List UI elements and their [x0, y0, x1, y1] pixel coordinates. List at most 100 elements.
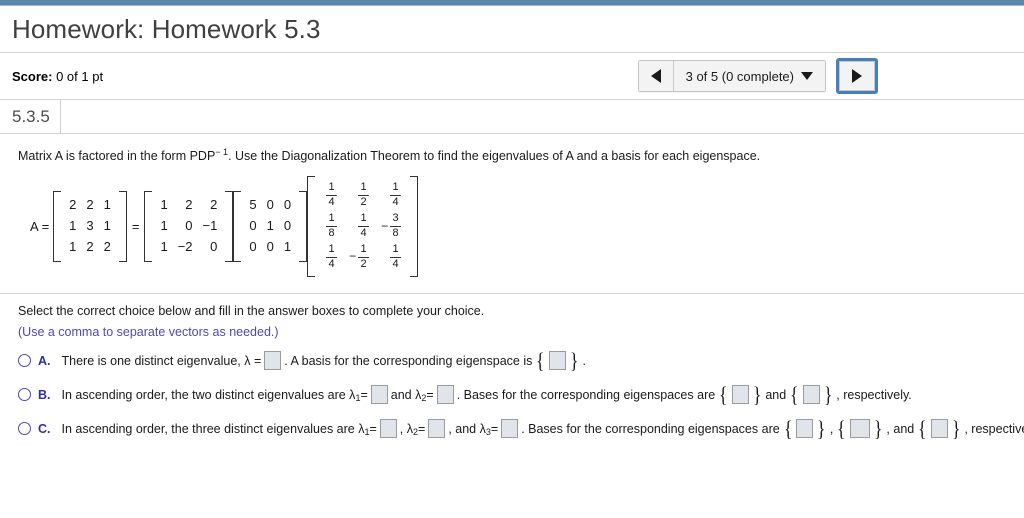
answer-box-lambda2[interactable]	[436, 385, 454, 405]
numerator: 1	[392, 242, 399, 255]
fraction-sign: −	[349, 249, 357, 264]
matrix-cell: 0	[283, 197, 292, 213]
matrix-cell: 1	[103, 218, 111, 234]
answer-box-basis-1[interactable]	[731, 385, 749, 405]
denominator: 2	[360, 257, 367, 270]
equals-sign: =	[131, 219, 140, 235]
choice-b-text: In ascending order, the two distinct eig…	[61, 381, 912, 407]
choice-b[interactable]: B. In ascending order, the two distinct …	[18, 381, 1024, 407]
choice-c-seg5: , and λ	[448, 421, 486, 436]
answer-box-lambda3[interactable]	[501, 419, 519, 439]
triangle-down-icon	[801, 72, 813, 80]
answer-box-eigenvalue[interactable]	[264, 351, 282, 371]
answer-box-basis-2[interactable]	[802, 385, 820, 405]
choice-b-sub1: 1	[355, 392, 361, 403]
denominator: 4	[328, 196, 335, 209]
matrix-cell: 0	[266, 239, 274, 254]
radio-button-b[interactable]	[18, 388, 31, 402]
basis-braces: { }	[783, 415, 827, 441]
matrix-cell: 3	[86, 218, 94, 234]
numerator: 1	[360, 242, 367, 255]
choice-b-seg4: =	[426, 387, 434, 402]
fraction: 3 8	[390, 212, 402, 240]
problem-id-bar: 5.3.5	[0, 100, 1024, 134]
choice-b-letter: B.	[38, 387, 51, 402]
fraction-cell: 1 4	[318, 180, 343, 211]
denominator: 4	[392, 257, 399, 270]
brace-left-icon: {	[837, 415, 846, 441]
score-value: 0 of 1 pt	[56, 68, 104, 84]
radio-button-c[interactable]	[18, 422, 31, 436]
fraction: 1 4	[326, 243, 338, 271]
fraction-cell: 1 2	[343, 180, 375, 211]
choice-a-seg3: .	[582, 353, 586, 368]
brace-left-icon: {	[783, 415, 793, 441]
choice-c-seg2: =	[369, 421, 377, 436]
matrix-cell: 2	[86, 239, 94, 254]
question-position-label: 3 of 5 (0 complete)	[685, 68, 794, 84]
denominator: 8	[328, 227, 335, 240]
matrix-equation: A = 2 2 1 1 3 1 1 2 2 = 1 2 2 1 0 −1 1 −…	[18, 176, 1024, 277]
choice-c-seg9: , and	[886, 421, 915, 436]
choice-b-seg1: In ascending order, the two distinct eig…	[61, 387, 356, 402]
answer-box-lambda1[interactable]	[379, 419, 397, 439]
answer-box-lambda2[interactable]	[428, 419, 446, 439]
brace-left-icon: {	[536, 347, 545, 373]
fraction: 1 4	[326, 182, 338, 209]
fraction-cell: 1 4	[375, 242, 407, 273]
matrix-cell: 2	[185, 197, 193, 213]
fraction: 1 2	[358, 182, 370, 209]
question-navigation: 3 of 5 (0 complete)	[637, 58, 878, 94]
bracket-right-icon	[225, 191, 234, 262]
answer-box-basis-1[interactable]	[796, 419, 814, 439]
basis-braces: { }	[836, 415, 883, 441]
choice-c[interactable]: C. In ascending order, the three distinc…	[18, 415, 1024, 441]
brace-left-icon: {	[918, 415, 927, 441]
basis-braces: { }	[718, 381, 762, 407]
matrix-cell: 0	[249, 218, 257, 234]
matrix-cell: 5	[249, 197, 257, 213]
matrix-p-grid: 1 2 2 1 0 −1 1 −2 0	[152, 191, 225, 262]
fraction-cell: − 3 8	[375, 211, 407, 242]
answer-box-basis[interactable]	[548, 351, 566, 371]
bracket-left-icon	[144, 191, 153, 262]
bracket-left-icon	[307, 176, 316, 277]
choice-c-seg10: , respectively.	[964, 421, 1024, 436]
next-question-button[interactable]	[839, 61, 875, 91]
matrix-p-inverse-grid: 1 4 1 2 1 4 1 8 1 4 − 3 8 1 4 − 1 2 1 4	[315, 176, 410, 276]
brace-right-icon: }	[752, 381, 762, 407]
choice-a-text: There is one distinct eigenvalue, λ = . …	[61, 347, 586, 373]
matrix-cell: 2	[103, 239, 111, 254]
brace-left-icon: {	[790, 381, 799, 407]
fraction-sign: −	[381, 218, 389, 233]
matrix-cell: 2	[210, 197, 218, 213]
numerator: 1	[392, 181, 399, 194]
matrix-cell: 1	[160, 218, 168, 234]
answer-box-basis-2[interactable]	[849, 419, 870, 439]
answer-box-basis-3[interactable]	[930, 419, 948, 439]
question-prompt: Matrix A is factored in the form PDP− 1.…	[18, 147, 1024, 164]
choice-c-seg6: =	[490, 421, 499, 436]
choice-b-seg6: and	[765, 387, 787, 402]
previous-question-button[interactable]	[638, 61, 673, 91]
question-position-dropdown[interactable]: 3 of 5 (0 complete)	[673, 61, 825, 91]
choice-b-seg7: , respectively.	[836, 387, 912, 402]
triangle-right-icon	[852, 69, 862, 83]
matrix-p-inverse: 1 4 1 2 1 4 1 8 1 4 − 3 8 1 4 − 1 2 1 4	[307, 176, 419, 277]
choice-b-seg5: . Bases for the corresponding eigenspace…	[456, 387, 716, 402]
matrix-a: 2 2 1 1 3 1 1 2 2	[53, 191, 127, 262]
matrix-a-label: A =	[30, 219, 50, 235]
problem-id: 5.3.5	[0, 100, 61, 133]
choice-a-seg1: There is one distinct eigenvalue, λ =	[61, 353, 262, 368]
fraction: 1 4	[390, 181, 402, 209]
matrix-cell: 0	[249, 239, 257, 254]
fraction: 1 8	[326, 212, 338, 240]
radio-button-a[interactable]	[18, 354, 31, 368]
denominator: 4	[328, 257, 335, 270]
brace-right-icon: }	[951, 415, 961, 441]
answer-box-lambda1[interactable]	[370, 385, 388, 405]
bracket-left-icon	[53, 191, 62, 262]
choice-a[interactable]: A. There is one distinct eigenvalue, λ =…	[18, 347, 1024, 373]
matrix-cell: 0	[266, 197, 274, 213]
matrix-cell: 1	[283, 239, 292, 254]
